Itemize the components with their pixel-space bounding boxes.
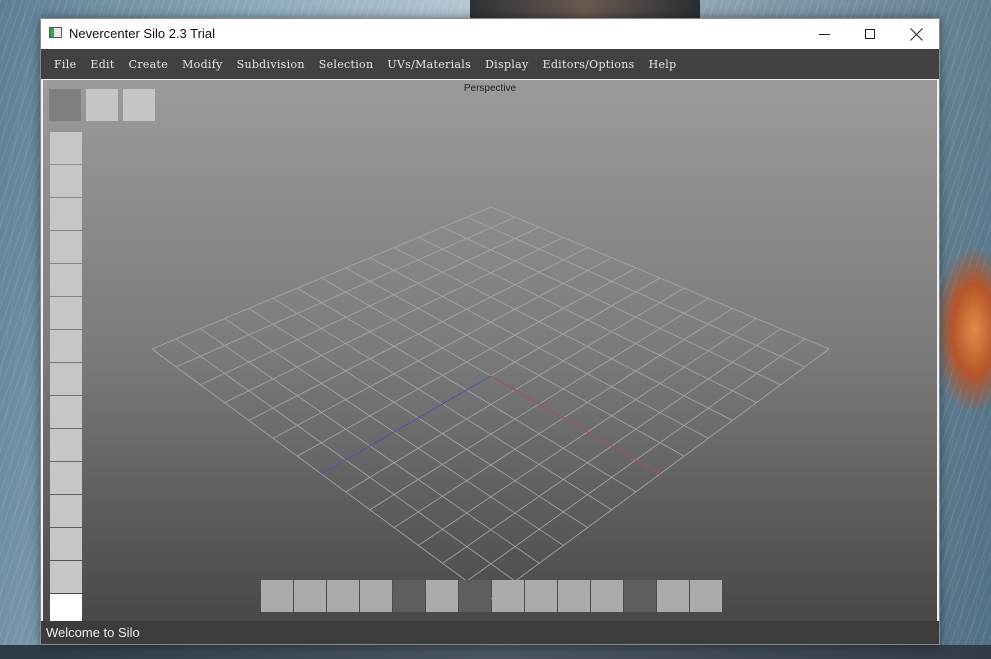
maximize-icon [865, 29, 875, 39]
side-tool-button-3[interactable] [50, 198, 82, 230]
selection-mode-button-9[interactable] [525, 580, 557, 612]
close-button[interactable] [893, 19, 939, 49]
side-tool-button-12[interactable] [50, 495, 82, 527]
status-bar: Welcome to Silo [41, 621, 939, 644]
side-tool-button-15[interactable] [50, 594, 82, 621]
side-tool-button-9[interactable] [50, 396, 82, 428]
menu-create[interactable]: Create [122, 58, 175, 71]
selection-mode-button-2[interactable] [294, 580, 326, 612]
selection-mode-button-11[interactable] [591, 580, 623, 612]
selection-mode-button-12[interactable] [624, 580, 656, 612]
maximize-button[interactable] [847, 19, 893, 49]
close-icon [910, 28, 923, 41]
side-tool-button-7[interactable] [50, 330, 82, 362]
menu-subdivision[interactable]: Subdivision [230, 58, 312, 71]
menu-file[interactable]: File [47, 58, 83, 71]
perspective-viewport[interactable]: Perspective [43, 80, 937, 621]
minimize-icon [818, 33, 830, 35]
minimize-button[interactable] [801, 19, 847, 49]
selection-mode-button-6[interactable] [426, 580, 458, 612]
selection-mode-button-5[interactable] [393, 580, 425, 612]
side-tool-button-4[interactable] [50, 231, 82, 263]
menu-edit[interactable]: Edit [83, 58, 121, 71]
menu-editors-options[interactable]: Editors/Options [535, 58, 641, 71]
title-bar[interactable]: Nevercenter Silo 2.3 Trial [41, 19, 939, 49]
selection-mode-button-14[interactable] [690, 580, 722, 612]
menu-uvs-materials[interactable]: UVs/Materials [380, 58, 478, 71]
selection-toolbar [261, 580, 722, 612]
selection-mode-button-10[interactable] [558, 580, 590, 612]
ground-grid [151, 206, 830, 600]
selection-mode-button-7[interactable] [459, 580, 491, 612]
selection-mode-button-1[interactable] [261, 580, 293, 612]
side-tool-button-13[interactable] [50, 528, 82, 560]
menu-help[interactable]: Help [642, 58, 684, 71]
menu-bar: File Edit Create Modify Subdivision Sele… [41, 49, 939, 79]
app-icon[interactable] [49, 27, 62, 38]
view-tool-button-2[interactable] [86, 89, 118, 121]
wallpaper-glow [936, 250, 991, 410]
wallpaper-figure [470, 0, 700, 20]
side-tool-button-14[interactable] [50, 561, 82, 593]
side-tool-button-6[interactable] [50, 297, 82, 329]
viewport-label: Perspective [463, 83, 517, 94]
side-tool-button-8[interactable] [50, 363, 82, 395]
window-title: Nevercenter Silo 2.3 Trial [69, 26, 215, 41]
wallpaper-bottom [0, 645, 991, 659]
side-tool-button-10[interactable] [50, 429, 82, 461]
view-tool-button-3[interactable] [123, 89, 155, 121]
selection-mode-button-8[interactable] [492, 580, 524, 612]
side-tool-button-11[interactable] [50, 462, 82, 494]
view-tool-button-1[interactable] [49, 89, 81, 121]
silo-window: Nevercenter Silo 2.3 Trial File Edit Cre… [40, 18, 940, 645]
side-tool-button-5[interactable] [50, 264, 82, 296]
side-tool-button-2[interactable] [50, 165, 82, 197]
selection-mode-button-3[interactable] [327, 580, 359, 612]
selection-mode-button-4[interactable] [360, 580, 392, 612]
menu-selection[interactable]: Selection [312, 58, 381, 71]
x-axis-line [490, 375, 661, 475]
selection-mode-button-13[interactable] [657, 580, 689, 612]
menu-display[interactable]: Display [478, 58, 535, 71]
side-toolbar [50, 132, 82, 621]
menu-modify[interactable]: Modify [175, 58, 230, 71]
view-toolbar [49, 89, 155, 121]
side-tool-button-1[interactable] [50, 132, 82, 164]
z-axis-line [321, 375, 492, 475]
